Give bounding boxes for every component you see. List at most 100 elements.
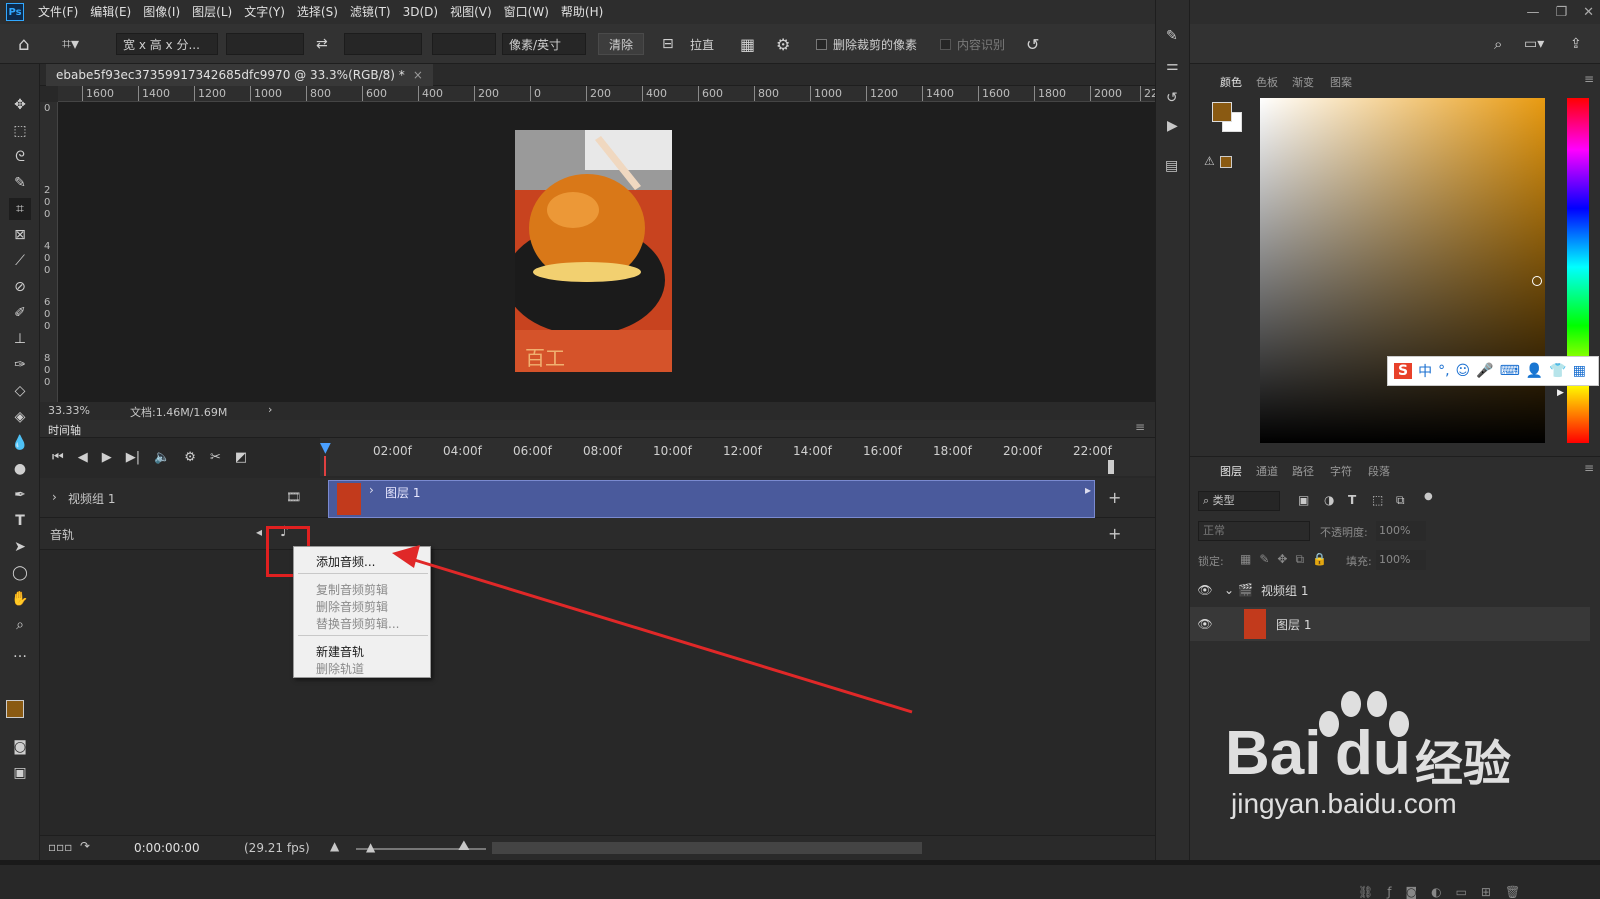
hue-slider[interactable] — [1567, 98, 1589, 443]
filter-shape-icon[interactable]: ⬚ — [1372, 493, 1383, 507]
zoom-level[interactable]: 33.33% — [48, 404, 90, 417]
next-frame-icon[interactable]: ▶| — [126, 450, 140, 465]
document-canvas[interactable]: 百工 — [58, 102, 1155, 402]
work-area-end-handle[interactable] — [1108, 460, 1114, 474]
brush-tool-icon[interactable]: ✐ — [9, 302, 31, 324]
menu-delete-audio[interactable]: 删除音频剪辑 — [316, 598, 388, 615]
menu-window[interactable]: 窗口(W) — [498, 0, 555, 24]
crop-tool-icon[interactable]: ⌗▾ — [62, 32, 79, 56]
timeline-scrollbar[interactable] — [492, 842, 922, 854]
pen-tool-icon[interactable]: ✒ — [9, 484, 31, 506]
brush-settings-icon[interactable]: ✎ — [1166, 28, 1178, 44]
layer-filter-select[interactable]: ⌕ 类型 — [1198, 491, 1280, 511]
chevron-down-icon[interactable]: ⌄ — [1224, 583, 1234, 597]
tab-swatches[interactable]: 色板 — [1256, 74, 1278, 90]
move-tool-icon[interactable]: ✥ — [9, 94, 31, 116]
minimize-icon[interactable]: — — [1526, 5, 1539, 20]
close-tab-icon[interactable]: × — [413, 68, 423, 82]
menu-type[interactable]: 文字(Y) — [238, 0, 291, 24]
keyboard-icon[interactable]: ⌨ — [1500, 363, 1520, 379]
menu-layer[interactable]: 图层(L) — [186, 0, 238, 24]
menu-new-track[interactable]: 新建音轨 — [316, 643, 364, 660]
more-tools-icon[interactable]: … — [9, 642, 31, 664]
clear-button[interactable]: 清除 — [598, 33, 645, 55]
chevron-right-icon[interactable]: › — [268, 403, 272, 416]
scissors-icon[interactable]: ✂ — [210, 450, 221, 465]
hue-handle[interactable]: ▶ — [1557, 388, 1564, 398]
zoom-in-icon[interactable]: ⛰ — [458, 838, 470, 854]
menu-replace-audio[interactable]: 替换音频剪辑... — [316, 615, 399, 632]
foreground-color-swatch[interactable] — [1212, 102, 1232, 122]
video-clip[interactable]: › 图层 1 ▸ — [328, 480, 1095, 518]
dodge-tool-icon[interactable]: ● — [9, 458, 31, 480]
tab-character[interactable]: 字符 — [1330, 463, 1352, 479]
filter-pixel-icon[interactable]: ▣ — [1298, 493, 1309, 507]
swap-icon[interactable]: ⇄ — [316, 32, 328, 56]
reset-icon[interactable]: ↺ — [1026, 32, 1039, 56]
transition-icon[interactable]: ◩ — [235, 450, 247, 465]
skin-icon[interactable]: 👕 — [1549, 363, 1566, 379]
tab-color[interactable]: 颜色 — [1220, 74, 1242, 90]
user-icon[interactable]: 👤 — [1526, 363, 1543, 379]
emoji-icon[interactable]: ☺ — [1456, 363, 1471, 379]
straighten-label[interactable]: 拉直 — [690, 32, 714, 56]
checkbox-box[interactable] — [940, 38, 951, 50]
delete-cropped-checkbox[interactable]: 删除裁剪的像素 — [816, 32, 917, 56]
zoom-tool-icon[interactable]: ⌕ — [9, 614, 31, 636]
filter-toggle-icon[interactable]: ● — [1424, 491, 1433, 502]
ime-punctuation[interactable]: °, — [1438, 363, 1449, 379]
lasso-tool-icon[interactable]: ᘓ — [9, 146, 31, 168]
straighten-icon[interactable]: ⊟ — [662, 32, 674, 56]
resolution-input[interactable] — [432, 33, 496, 55]
panel-menu-icon[interactable]: ≡ — [1135, 420, 1145, 434]
history-brush-icon[interactable]: ✑ — [9, 354, 31, 376]
menu-file[interactable]: 文件(F) — [32, 0, 84, 24]
expand-arrow-icon[interactable]: › — [52, 490, 57, 504]
paint-bucket-icon[interactable]: ◈ — [9, 406, 31, 428]
screen-mode-icon[interactable]: ▣ — [9, 762, 31, 784]
path-select-icon[interactable]: ➤ — [9, 536, 31, 558]
film-icon[interactable]: 🎞 — [286, 490, 301, 504]
zoom-out-icon[interactable]: ▲ — [330, 839, 339, 853]
blur-tool-icon[interactable]: 💧 — [9, 432, 31, 454]
eye-icon[interactable]: 👁 — [1190, 583, 1220, 597]
frame-tool-icon[interactable]: ⊠ — [9, 224, 31, 246]
speaker-icon[interactable]: ◂ — [256, 525, 262, 539]
actions-play-icon[interactable]: ▶ — [1167, 118, 1178, 134]
expand-arrow-icon[interactable]: › — [369, 483, 374, 497]
content-aware-checkbox[interactable]: 内容识别 — [940, 32, 1005, 56]
gear-icon[interactable]: ⚙ — [776, 32, 790, 56]
tab-gradients[interactable]: 渐变 — [1292, 74, 1314, 90]
play-icon[interactable]: ▶ — [102, 450, 112, 465]
sogou-logo[interactable]: S — [1394, 363, 1413, 379]
menu-add-audio[interactable]: 添加音频... — [316, 553, 375, 570]
document-tab[interactable]: ebabe5f93ec37359917342685dfc9970 @ 33.3%… — [46, 64, 433, 86]
marquee-tool-icon[interactable]: ⬚ — [9, 120, 31, 142]
add-audio-icon[interactable]: + — [1108, 524, 1121, 543]
video-group-label[interactable]: 视频组 1 — [68, 490, 115, 507]
apps-grid-icon[interactable]: ▦ — [1573, 363, 1586, 379]
go-first-frame-icon[interactable]: ⏮ — [52, 450, 64, 465]
search-icon[interactable]: ⌕ — [1494, 32, 1502, 56]
menu-select[interactable]: 选择(S) — [291, 0, 344, 24]
hand-tool-icon[interactable]: ✋ — [9, 588, 31, 610]
filter-adjust-icon[interactable]: ◑ — [1324, 493, 1334, 507]
panel-menu-icon[interactable]: ≡ — [1584, 72, 1594, 86]
tab-channels[interactable]: 通道 — [1256, 463, 1278, 479]
layer-row-layer[interactable]: 👁 图层 1 — [1190, 607, 1590, 641]
opacity-input[interactable]: 100% — [1376, 521, 1426, 541]
playhead-icon[interactable]: ▼ — [320, 440, 331, 456]
frame-mode-icon[interactable]: ▫▫▫ — [48, 840, 72, 854]
render-icon[interactable]: ↷ — [80, 839, 90, 853]
ime-mode[interactable]: 中 — [1418, 361, 1432, 381]
menu-image[interactable]: 图像(I) — [137, 0, 186, 24]
menu-filter[interactable]: 滤镜(T) — [344, 0, 397, 24]
properties-icon[interactable]: ▤ — [1165, 158, 1178, 174]
timeline-ruler[interactable]: ▼ 02:00f 04:00f 06:00f 08:00f 10:00f 12:… — [320, 438, 1155, 476]
tab-paths[interactable]: 路径 — [1292, 463, 1314, 479]
fill-input[interactable]: 100% — [1376, 550, 1426, 570]
tab-paragraph[interactable]: 段落 — [1368, 463, 1390, 479]
history-icon[interactable]: ↺ — [1166, 90, 1178, 106]
clip-menu-icon[interactable]: ▸ — [1085, 483, 1091, 497]
layer-actions-icons[interactable]: ⛓ƒ◙◐▭⊞🗑 — [1358, 885, 1534, 899]
